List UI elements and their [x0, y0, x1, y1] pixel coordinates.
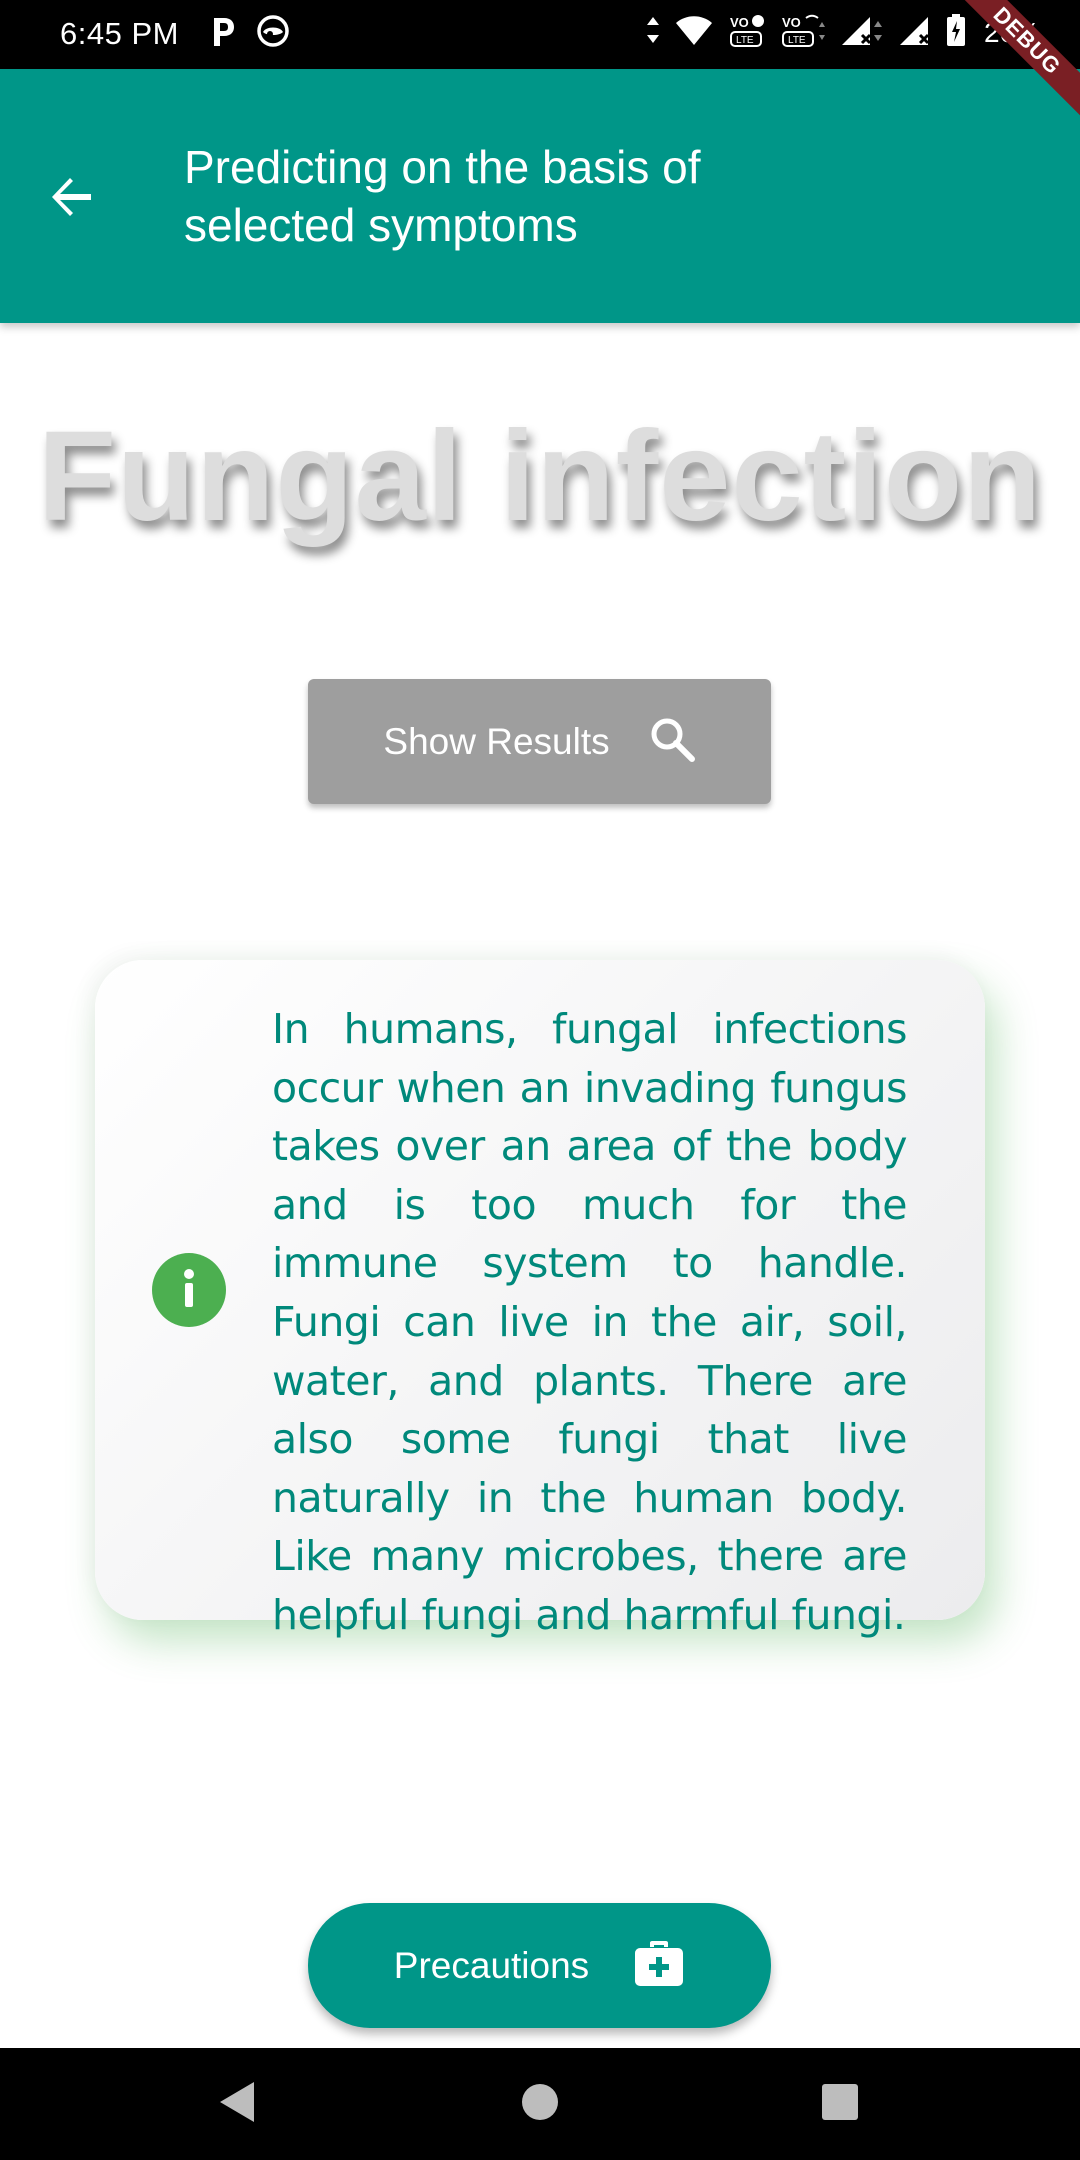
svg-text:LTE: LTE: [788, 35, 806, 46]
app-bar: Predicting on the basis of selected symp…: [0, 69, 1080, 323]
svg-text:VO: VO: [782, 15, 801, 30]
wifi-icon: [674, 13, 714, 52]
home-circle-icon: [520, 2082, 560, 2127]
arrow-back-icon: [49, 174, 95, 225]
status-right-icons: VO LTE VO LTE: [646, 12, 1040, 53]
back-button[interactable]: [28, 155, 116, 243]
nav-home-button[interactable]: [512, 2076, 568, 2132]
svg-text:VO: VO: [730, 15, 749, 30]
nav-recents-button[interactable]: [812, 2076, 868, 2132]
disease-info-card: In humans, fungal infections occur when …: [95, 960, 985, 1639]
precautions-label: Precautions: [393, 1944, 590, 1986]
back-triangle-icon: [218, 2080, 258, 2129]
show-results-button[interactable]: Show Results: [308, 679, 771, 804]
nav-back-button[interactable]: [210, 2076, 266, 2132]
status-time: 6:45 PM: [60, 16, 179, 51]
recents-square-icon: [820, 2082, 860, 2127]
info-icon: [152, 1253, 226, 1327]
medical-kit-icon: [633, 1937, 685, 1994]
status-left-icons: [208, 14, 290, 53]
navigation-bar: [0, 2048, 1080, 2160]
data-arrows-icon: [646, 13, 660, 52]
vowifi-lte-icon: VO LTE: [780, 12, 826, 53]
page-title: Predicting on the basis of selected symp…: [184, 141, 701, 251]
signal-1-icon: [840, 13, 884, 52]
screen: 6:45 PM VO LTE VO LTE DEBUG Predicting o…: [0, 0, 1080, 2160]
status-bar: 6:45 PM VO LTE VO LTE: [0, 0, 1080, 69]
volte-1-icon: VO LTE: [728, 12, 766, 53]
parking-app-icon: [208, 14, 238, 53]
search-icon: [648, 715, 696, 768]
signal-2-icon: [898, 13, 932, 52]
show-results-label: Show Results: [383, 720, 610, 762]
svg-text:LTE: LTE: [736, 35, 754, 46]
predicted-disease-heading: Fungal infection: [37, 405, 1043, 548]
disease-description: In humans, fungal infections occur when …: [272, 1005, 908, 1639]
precautions-button[interactable]: Precautions: [308, 1903, 771, 2028]
incognito-icon: [256, 14, 290, 53]
battery-icon: [946, 13, 966, 52]
